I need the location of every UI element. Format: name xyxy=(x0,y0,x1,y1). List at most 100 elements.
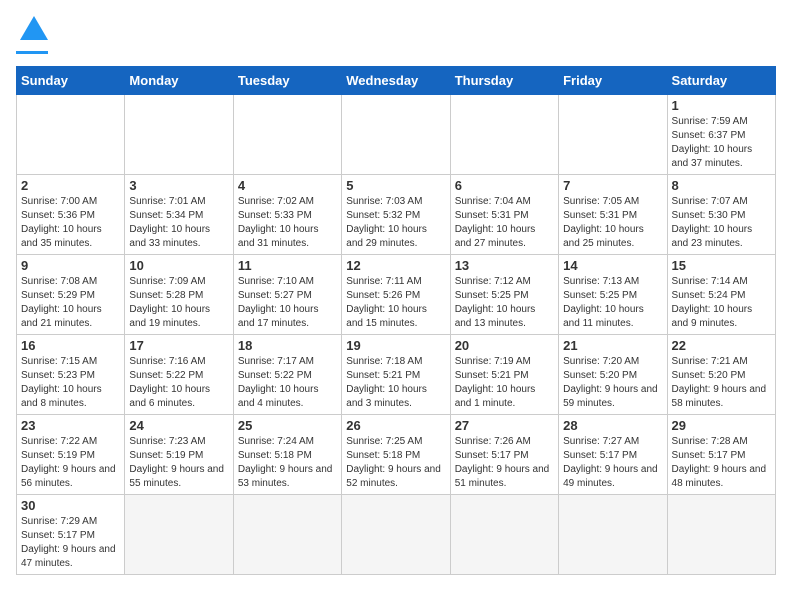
day-info: Sunrise: 7:05 AM Sunset: 5:31 PM Dayligh… xyxy=(563,195,662,251)
calendar-day-header: Saturday xyxy=(667,67,775,95)
day-number: 14 xyxy=(563,258,662,273)
calendar-day-cell: 27Sunrise: 7:26 AM Sunset: 5:17 PM Dayli… xyxy=(450,415,558,495)
calendar-day-cell: 3Sunrise: 7:01 AM Sunset: 5:34 PM Daylig… xyxy=(125,175,233,255)
calendar-day-cell: 7 Sunrise: 7:05 AM Sunset: 5:31 PM Daylig… xyxy=(559,175,667,255)
day-number: 11 xyxy=(238,258,337,273)
day-info: Sunrise: 7:17 AM Sunset: 5:22 PM Dayligh… xyxy=(238,355,337,411)
calendar-day-cell xyxy=(342,95,450,175)
day-number: 27 xyxy=(455,418,554,433)
day-number: 5 xyxy=(346,178,445,193)
day-number: 10 xyxy=(129,258,228,273)
calendar-day-cell: 2 Sunrise: 7:00 AM Sunset: 5:36 PM Daylig… xyxy=(17,175,125,255)
logo-underline xyxy=(16,51,48,54)
calendar-day-cell: 4Sunrise: 7:02 AM Sunset: 5:33 PM Daylig… xyxy=(233,175,341,255)
calendar-day-cell: 26 Sunrise: 7:25 AM Sunset: 5:18 PM Dayli… xyxy=(342,415,450,495)
day-number: 17 xyxy=(129,338,228,353)
calendar-day-cell xyxy=(125,495,233,575)
day-number: 30 xyxy=(21,498,120,513)
day-info: Sunrise: 7:25 AM Sunset: 5:18 PM Dayligh… xyxy=(346,435,445,491)
calendar-day-header: Monday xyxy=(125,67,233,95)
calendar-week-row: 9Sunrise: 7:08 AM Sunset: 5:29 PM Daylig… xyxy=(17,255,776,335)
calendar-day-cell: 22 Sunrise: 7:21 AM Sunset: 5:20 PM Dayli… xyxy=(667,335,775,415)
day-number: 26 xyxy=(346,418,445,433)
day-info: Sunrise: 7:10 AM Sunset: 5:27 PM Dayligh… xyxy=(238,275,337,331)
calendar-day-cell xyxy=(125,95,233,175)
day-info: Sunrise: 7:29 AM Sunset: 5:17 PM Dayligh… xyxy=(21,515,120,571)
day-number: 21 xyxy=(563,338,662,353)
calendar-week-row: 23Sunrise: 7:22 AM Sunset: 5:19 PM Dayli… xyxy=(17,415,776,495)
calendar-day-cell: 12 Sunrise: 7:11 AM Sunset: 5:26 PM Dayli… xyxy=(342,255,450,335)
day-number: 24 xyxy=(129,418,228,433)
day-info: Sunrise: 7:22 AM Sunset: 5:19 PM Dayligh… xyxy=(21,435,120,491)
calendar-table: SundayMondayTuesdayWednesdayThursdayFrid… xyxy=(16,66,776,575)
logo xyxy=(16,16,48,54)
day-info: Sunrise: 7:04 AM Sunset: 5:31 PM Dayligh… xyxy=(455,195,554,251)
calendar-week-row: 16 Sunrise: 7:15 AM Sunset: 5:23 PM Dayli… xyxy=(17,335,776,415)
day-info: Sunrise: 7:21 AM Sunset: 5:20 PM Dayligh… xyxy=(672,355,771,411)
calendar-day-cell xyxy=(450,95,558,175)
day-info: Sunrise: 7:19 AM Sunset: 5:21 PM Dayligh… xyxy=(455,355,554,411)
day-number: 20 xyxy=(455,338,554,353)
calendar-day-cell: 28 Sunrise: 7:27 AM Sunset: 5:17 PM Dayli… xyxy=(559,415,667,495)
day-info: Sunrise: 7:11 AM Sunset: 5:26 PM Dayligh… xyxy=(346,275,445,331)
calendar-day-cell: 15Sunrise: 7:14 AM Sunset: 5:24 PM Dayli… xyxy=(667,255,775,335)
day-number: 3 xyxy=(129,178,228,193)
day-number: 18 xyxy=(238,338,337,353)
calendar-day-cell: 17 Sunrise: 7:16 AM Sunset: 5:22 PM Dayli… xyxy=(125,335,233,415)
calendar-day-cell xyxy=(667,495,775,575)
calendar-day-cell xyxy=(233,495,341,575)
calendar-day-cell xyxy=(342,495,450,575)
calendar-day-cell: 9Sunrise: 7:08 AM Sunset: 5:29 PM Daylig… xyxy=(17,255,125,335)
calendar-day-cell xyxy=(233,95,341,175)
calendar-day-header: Tuesday xyxy=(233,67,341,95)
day-number: 1 xyxy=(672,98,771,113)
day-number: 15 xyxy=(672,258,771,273)
day-number: 7 xyxy=(563,178,662,193)
day-info: Sunrise: 7:00 AM Sunset: 5:36 PM Dayligh… xyxy=(21,195,120,251)
day-number: 8 xyxy=(672,178,771,193)
day-info: Sunrise: 7:16 AM Sunset: 5:22 PM Dayligh… xyxy=(129,355,228,411)
day-info: Sunrise: 7:03 AM Sunset: 5:32 PM Dayligh… xyxy=(346,195,445,251)
day-number: 6 xyxy=(455,178,554,193)
day-info: Sunrise: 7:09 AM Sunset: 5:28 PM Dayligh… xyxy=(129,275,228,331)
day-number: 22 xyxy=(672,338,771,353)
calendar-day-cell: 30 Sunrise: 7:29 AM Sunset: 5:17 PM Dayli… xyxy=(17,495,125,575)
calendar-day-cell xyxy=(559,495,667,575)
calendar-week-row: 2 Sunrise: 7:00 AM Sunset: 5:36 PM Daylig… xyxy=(17,175,776,255)
day-info: Sunrise: 7:27 AM Sunset: 5:17 PM Dayligh… xyxy=(563,435,662,491)
logo-triangle-icon xyxy=(20,16,48,40)
day-number: 9 xyxy=(21,258,120,273)
calendar-day-header: Wednesday xyxy=(342,67,450,95)
calendar-day-header: Sunday xyxy=(17,67,125,95)
calendar-day-cell: 10 Sunrise: 7:09 AM Sunset: 5:28 PM Dayli… xyxy=(125,255,233,335)
day-number: 4 xyxy=(238,178,337,193)
calendar-day-cell: 20 Sunrise: 7:19 AM Sunset: 5:21 PM Dayli… xyxy=(450,335,558,415)
day-info: Sunrise: 7:18 AM Sunset: 5:21 PM Dayligh… xyxy=(346,355,445,411)
calendar-day-cell: 14 Sunrise: 7:13 AM Sunset: 5:25 PM Dayli… xyxy=(559,255,667,335)
day-number: 12 xyxy=(346,258,445,273)
calendar-day-header: Friday xyxy=(559,67,667,95)
calendar-day-cell: 18 Sunrise: 7:17 AM Sunset: 5:22 PM Dayli… xyxy=(233,335,341,415)
day-number: 16 xyxy=(21,338,120,353)
calendar-day-cell: 6 Sunrise: 7:04 AM Sunset: 5:31 PM Daylig… xyxy=(450,175,558,255)
calendar-day-cell: 11 Sunrise: 7:10 AM Sunset: 5:27 PM Dayli… xyxy=(233,255,341,335)
day-info: Sunrise: 7:59 AM Sunset: 6:37 PM Dayligh… xyxy=(672,115,771,171)
calendar-header-row: SundayMondayTuesdayWednesdayThursdayFrid… xyxy=(17,67,776,95)
calendar-week-row: 30 Sunrise: 7:29 AM Sunset: 5:17 PM Dayli… xyxy=(17,495,776,575)
calendar-day-cell: 16 Sunrise: 7:15 AM Sunset: 5:23 PM Dayli… xyxy=(17,335,125,415)
day-number: 2 xyxy=(21,178,120,193)
calendar-day-cell: 8Sunrise: 7:07 AM Sunset: 5:30 PM Daylig… xyxy=(667,175,775,255)
calendar-day-cell xyxy=(559,95,667,175)
day-info: Sunrise: 7:24 AM Sunset: 5:18 PM Dayligh… xyxy=(238,435,337,491)
day-number: 28 xyxy=(563,418,662,433)
day-number: 25 xyxy=(238,418,337,433)
day-info: Sunrise: 7:23 AM Sunset: 5:19 PM Dayligh… xyxy=(129,435,228,491)
day-info: Sunrise: 7:15 AM Sunset: 5:23 PM Dayligh… xyxy=(21,355,120,411)
calendar-day-cell: 19 Sunrise: 7:18 AM Sunset: 5:21 PM Dayli… xyxy=(342,335,450,415)
calendar-day-cell: 1 Sunrise: 7:59 AM Sunset: 6:37 PM Daylig… xyxy=(667,95,775,175)
day-info: Sunrise: 7:28 AM Sunset: 5:17 PM Dayligh… xyxy=(672,435,771,491)
day-number: 13 xyxy=(455,258,554,273)
day-info: Sunrise: 7:13 AM Sunset: 5:25 PM Dayligh… xyxy=(563,275,662,331)
day-number: 19 xyxy=(346,338,445,353)
calendar-day-cell: 25 Sunrise: 7:24 AM Sunset: 5:18 PM Dayli… xyxy=(233,415,341,495)
